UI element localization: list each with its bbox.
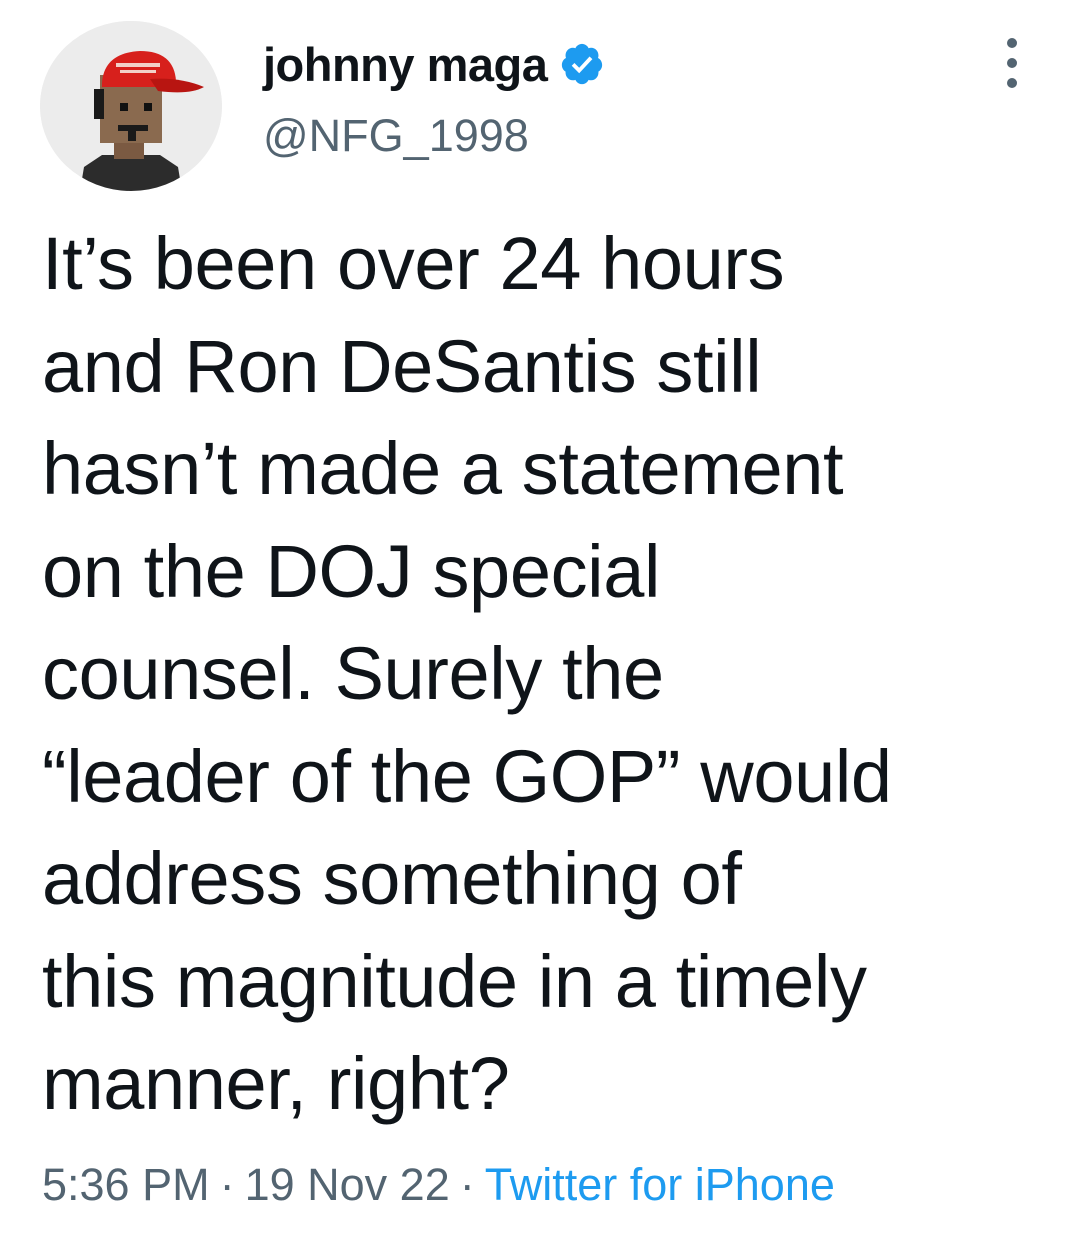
tweet-date[interactable]: 19 Nov 22 — [245, 1159, 450, 1210]
tweet-source-link[interactable]: Twitter for iPhone — [485, 1159, 835, 1210]
tweet-text-line: counsel. Surely the — [42, 632, 664, 715]
tweet-text-line: and Ron DeSantis still — [42, 324, 762, 408]
tweet-text-line: It’s been over 24 hours — [42, 222, 785, 305]
separator-dot: · — [459, 1159, 475, 1210]
avatar[interactable] — [40, 21, 222, 191]
more-vertical-icon-dot — [1007, 38, 1017, 48]
tweet-text-line: manner, right? — [42, 1042, 510, 1125]
tweet-body: It’s been over 24 hours and Ron DeSantis… — [42, 213, 1042, 1136]
author-name-row: johnny maga — [263, 34, 605, 94]
pixel-character-avatar-image — [40, 21, 222, 191]
author-handle[interactable]: @NFG_1998 — [263, 113, 529, 158]
more-options-button[interactable] — [1000, 38, 1024, 88]
tweet-text-line: hasn’t made a statement — [42, 427, 844, 510]
tweet-text-line: on the DOJ special — [42, 529, 661, 613]
tweet-metadata: 5:36 PM · 19 Nov 22 · Twitter for iPhone — [42, 1162, 835, 1207]
verified-badge-icon — [562, 43, 603, 85]
tweet-text-line: this magnitude in a timely — [42, 939, 867, 1023]
author-display-name[interactable]: johnny maga — [263, 41, 548, 88]
tweet-card: johnny maga @NFG_1998 It’s been over 24 … — [0, 0, 1080, 1251]
separator-dot: · — [219, 1159, 235, 1210]
more-vertical-icon-dot — [1007, 58, 1017, 68]
tweet-time[interactable]: 5:36 PM — [42, 1159, 210, 1210]
tweet-text-line: address something of — [42, 837, 742, 920]
more-vertical-icon-dot — [1007, 78, 1017, 88]
tweet-text-line: “leader of the GOP” would — [42, 734, 892, 818]
